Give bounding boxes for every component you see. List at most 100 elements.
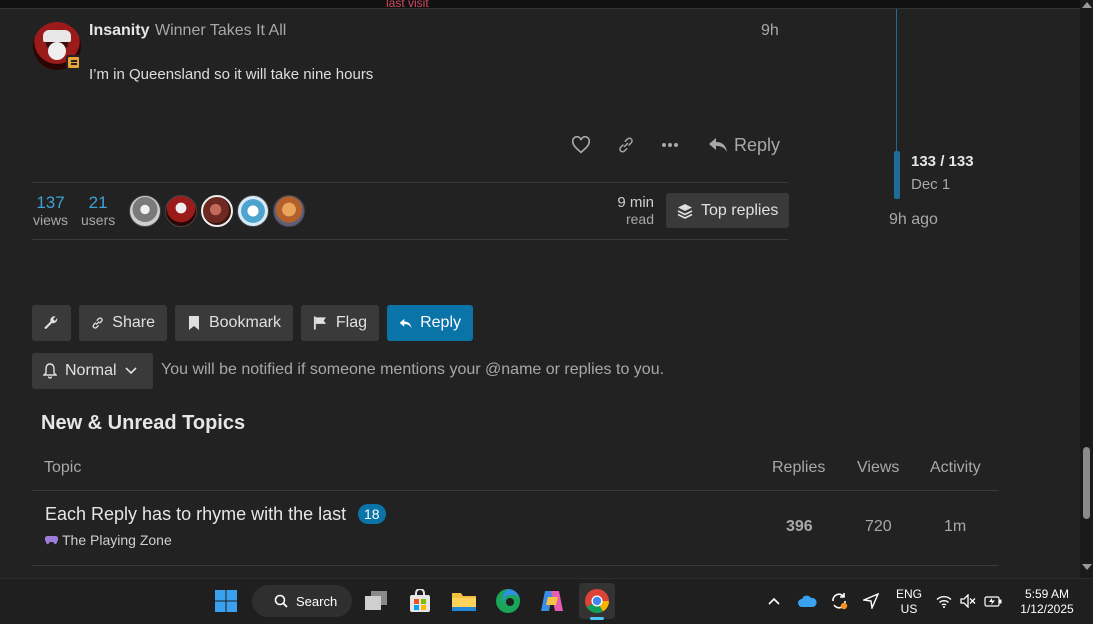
input-language-indicator[interactable]: ENG US (892, 587, 926, 617)
topic-title-link[interactable]: Each Reply has to rhyme with the last (45, 504, 346, 525)
read-time-value: 9 min (617, 194, 654, 211)
bell-icon (43, 363, 57, 379)
copy-link-button[interactable] (614, 134, 638, 156)
users-label: users (81, 212, 116, 228)
quick-settings-button[interactable] (934, 583, 1004, 619)
post-body: I’m in Queensland so it will take nine h… (89, 66, 374, 83)
ellipsis-icon (662, 143, 678, 147)
topic-reply-label: Reply (420, 314, 461, 331)
reply-arrow-icon (399, 318, 412, 328)
top-replies-button[interactable]: Top replies (666, 193, 789, 228)
region-code: US (900, 602, 918, 616)
flair-badge-icon (66, 55, 81, 70)
microsoft-store-button[interactable] (402, 583, 438, 619)
read-time-label: read (625, 211, 654, 227)
post-timestamp[interactable]: 9h (761, 22, 779, 40)
chrome-button[interactable] (579, 583, 615, 619)
views-stat: 137 views (33, 193, 68, 228)
read-time: 9 min read (600, 194, 654, 227)
timeline-post-count: 133 / 133 (911, 153, 974, 170)
share-label: Share (112, 314, 155, 331)
layers-icon (677, 203, 693, 219)
speaker-muted-icon (960, 594, 976, 608)
top-replies-label: Top replies (701, 201, 779, 219)
column-header-views[interactable]: Views (857, 459, 899, 477)
topic-reply-button[interactable]: Reply (387, 305, 473, 341)
start-button[interactable] (208, 583, 244, 619)
file-explorer-button[interactable] (446, 583, 482, 619)
chevron-up-icon (768, 597, 780, 605)
cloud-icon (798, 595, 817, 607)
category-link[interactable]: The Playing Zone (45, 532, 172, 548)
link-icon (619, 137, 633, 153)
participant-avatar[interactable] (237, 195, 269, 227)
topic-map-bottom-divider (32, 239, 788, 240)
bookmark-button[interactable]: Bookmark (175, 305, 293, 341)
reply-arrow-icon (709, 138, 727, 152)
participant-avatar[interactable] (273, 195, 305, 227)
participant-avatar[interactable] (165, 195, 197, 227)
store-icon (410, 589, 430, 612)
last-visit-marker: last visit (386, 0, 429, 10)
flag-button[interactable]: Flag (301, 305, 379, 341)
timeline-scroller-handle[interactable] (894, 151, 900, 199)
column-header-topic: Topic (44, 459, 82, 476)
taskbar-search[interactable]: Search (252, 585, 352, 617)
timeline-last-post-link[interactable]: 9h ago (889, 211, 938, 229)
category-name: The Playing Zone (62, 532, 172, 548)
show-hidden-icons-button[interactable] (764, 583, 784, 619)
navigation-arrow-icon (863, 593, 879, 609)
notification-level-dropdown[interactable]: Normal (32, 353, 153, 389)
search-icon (274, 594, 288, 608)
participant-avatar[interactable] (129, 195, 161, 227)
scroll-down-arrow-icon[interactable] (1082, 564, 1092, 570)
table-header-divider (32, 490, 998, 491)
unread-count-badge[interactable]: 18 (358, 504, 386, 524)
task-view-button[interactable] (358, 583, 394, 619)
onedrive-button[interactable] (796, 583, 818, 619)
users-count: 21 (88, 193, 108, 212)
copilot-button[interactable] (534, 583, 570, 619)
column-header-activity[interactable]: Activity (930, 459, 981, 477)
link-icon (92, 317, 103, 329)
location-button[interactable] (860, 583, 882, 619)
like-button[interactable] (569, 134, 593, 156)
language-code: ENG (895, 587, 922, 601)
taskbar-search-label: Search (296, 593, 338, 609)
copilot-icon (541, 591, 563, 611)
post-user-title: Winner Takes It All (155, 22, 287, 39)
replies-count: 396 (786, 518, 813, 535)
post-reply-label: Reply (734, 134, 781, 155)
sync-icon (832, 593, 848, 610)
scrollbar-thumb[interactable] (1083, 447, 1090, 519)
notification-description: You will be notified if someone mentions… (161, 361, 665, 378)
activity-time[interactable]: 1m (944, 518, 966, 536)
more-actions-button[interactable] (658, 134, 682, 156)
users-stat: 21 users (81, 193, 115, 228)
share-button[interactable]: Share (79, 305, 167, 341)
column-header-replies[interactable]: Replies (772, 459, 825, 477)
site-header-edge (0, 0, 1093, 9)
views-count-cell: 720 (865, 518, 892, 535)
sync-status-button[interactable] (828, 583, 850, 619)
gamepad-icon (45, 535, 58, 545)
timeline-track[interactable] (896, 9, 897, 151)
scroll-up-arrow-icon[interactable] (1082, 2, 1092, 8)
views-label: views (33, 212, 69, 228)
admin-wrench-button[interactable] (32, 305, 71, 341)
active-app-indicator (590, 617, 604, 620)
notification-level-label: Normal (65, 362, 117, 379)
edge-browser-button[interactable] (490, 583, 526, 619)
wifi-icon (936, 595, 952, 608)
heart-icon (571, 136, 591, 154)
wrench-icon (44, 316, 58, 329)
post-username[interactable]: Insanity (89, 22, 149, 40)
bookmark-icon (188, 316, 199, 330)
avatar-face (48, 42, 66, 60)
participant-avatar[interactable] (201, 195, 233, 227)
battery-charging-icon (984, 596, 1002, 607)
timeline-date: Dec 1 (911, 176, 951, 193)
topic-map-top-divider (32, 182, 788, 183)
post-reply-button[interactable]: Reply (708, 134, 780, 156)
clock-button[interactable]: 5:59 AM 1/12/2025 (1012, 587, 1082, 617)
